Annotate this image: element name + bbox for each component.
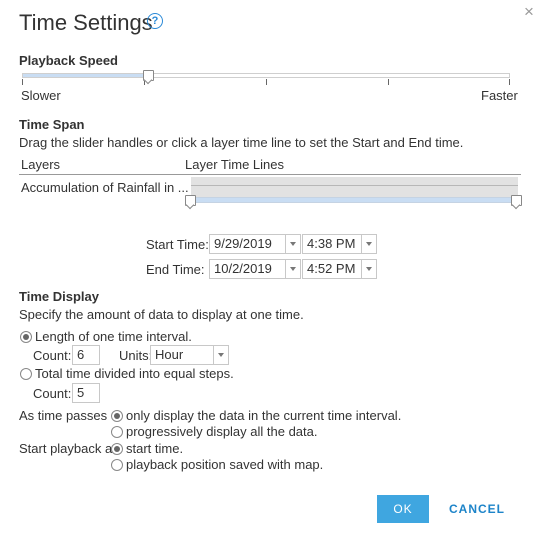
chevron-down-icon[interactable] — [285, 260, 300, 278]
cancel-button[interactable]: CANCEL — [440, 495, 514, 523]
units-select[interactable]: Hour — [150, 345, 229, 365]
playback-speed-slider[interactable] — [22, 70, 510, 85]
chevron-down-icon[interactable] — [213, 346, 228, 364]
end-date-value: 10/2/2019 — [214, 261, 272, 276]
units-value: Hour — [155, 347, 184, 362]
chevron-down-icon[interactable] — [361, 260, 376, 278]
passes-all-radio[interactable] — [111, 426, 123, 438]
steps-radio[interactable] — [20, 368, 32, 380]
steps-count-label: Count: — [33, 386, 72, 401]
start-time-select[interactable]: 4:38 PM — [302, 234, 377, 254]
start-handle[interactable] — [185, 195, 196, 206]
slider-fill — [23, 74, 149, 77]
steps-option-label[interactable]: Total time divided into equal steps. — [35, 366, 234, 381]
time-span-slider[interactable] — [188, 197, 522, 203]
as-time-passes-label: As time passes — [19, 408, 108, 423]
time-display-heading: Time Display — [19, 289, 99, 304]
slider-tick — [388, 79, 389, 85]
end-time-value: 4:52 PM — [307, 261, 356, 276]
end-date-select[interactable]: 10/2/2019 — [209, 259, 301, 279]
time-span-heading: Time Span — [19, 117, 85, 132]
layers-column-header: Layers — [21, 157, 61, 172]
table-header-divider — [19, 174, 521, 175]
end-handle[interactable] — [511, 195, 522, 206]
slider-handle[interactable] — [143, 70, 154, 81]
passes-all-label[interactable]: progressively display all the data. — [126, 424, 318, 439]
units-label: Units: — [119, 348, 153, 363]
end-time-select[interactable]: 4:52 PM — [302, 259, 377, 279]
start-time-value: 4:38 PM — [307, 236, 356, 251]
saved-position-label[interactable]: playback position saved with map. — [126, 457, 323, 472]
interval-option-label[interactable]: Length of one time interval. — [35, 329, 192, 344]
start-date-select[interactable]: 9/29/2019 — [209, 234, 301, 254]
interval-count-input[interactable]: 6 — [72, 345, 100, 365]
passes-current-label[interactable]: only display the data in the current tim… — [126, 408, 401, 423]
start-time-radio[interactable] — [111, 443, 123, 455]
layer-name[interactable]: Accumulation of Rainfall in ... — [21, 180, 189, 195]
start-playback-label: Start playback at — [19, 441, 116, 456]
slider-tick — [509, 79, 510, 85]
interval-radio[interactable] — [20, 331, 32, 343]
time-span-instructions: Drag the slider handles or click a layer… — [19, 135, 464, 150]
slower-label: Slower — [21, 88, 61, 103]
start-time-label: Start Time: — [146, 237, 209, 252]
end-time-label: End Time: — [146, 262, 205, 277]
passes-current-radio[interactable] — [111, 410, 123, 422]
slider-tick — [22, 79, 23, 85]
help-icon[interactable]: ? — [147, 13, 163, 29]
faster-label: Faster — [481, 88, 518, 103]
time-display-description: Specify the amount of data to display at… — [19, 307, 304, 322]
saved-position-radio[interactable] — [111, 459, 123, 471]
start-time-option-label[interactable]: start time. — [126, 441, 183, 456]
start-date-value: 9/29/2019 — [214, 236, 272, 251]
time-lines-column-header: Layer Time Lines — [185, 157, 284, 172]
layer-time-line[interactable] — [191, 177, 518, 197]
interval-count-label: Count: — [33, 348, 72, 363]
time-line-bar — [191, 185, 518, 186]
dialog-title: Time Settings — [19, 10, 153, 35]
chevron-down-icon[interactable] — [361, 235, 376, 253]
slider-tick — [266, 79, 267, 85]
chevron-down-icon[interactable] — [285, 235, 300, 253]
ok-button[interactable]: OK — [377, 495, 429, 523]
steps-count-input[interactable]: 5 — [72, 383, 100, 403]
close-icon[interactable]: × — [524, 2, 534, 22]
playback-speed-heading: Playback Speed — [19, 53, 118, 68]
